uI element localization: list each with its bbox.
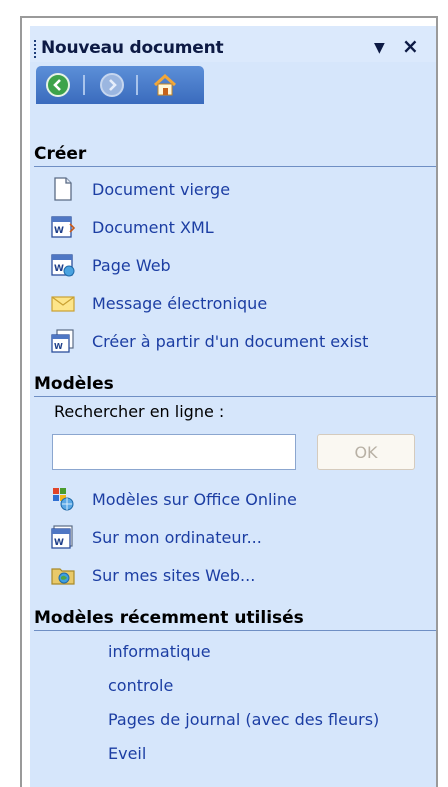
section-divider [34, 396, 436, 397]
task-pane: Nouveau document ▼ × Créer Document vier… [30, 26, 436, 787]
svg-text:W: W [54, 264, 64, 274]
nav-separator [83, 75, 85, 95]
xml-document-icon: W [50, 214, 76, 240]
navigation-bar [36, 66, 204, 104]
link-label: Sur mes sites Web... [92, 565, 256, 585]
link-modeles-office-online[interactable]: Modèles sur Office Online [50, 486, 436, 512]
search-online-label: Rechercher en ligne : [54, 402, 225, 421]
task-pane-frame: Nouveau document ▼ × Créer Document vier… [20, 16, 438, 787]
link-label: Sur mon ordinateur... [92, 527, 262, 547]
home-icon[interactable] [152, 72, 178, 98]
section-divider [34, 630, 436, 631]
link-document-xml[interactable]: W Document XML [50, 214, 436, 240]
web-folder-icon [50, 562, 76, 588]
blank-document-icon [50, 176, 76, 202]
recent-template-item[interactable]: controle [108, 676, 173, 695]
link-sur-mes-sites-web[interactable]: Sur mes sites Web... [50, 562, 436, 588]
svg-text:W: W [54, 342, 63, 351]
section-heading-modeles: Modèles [34, 374, 114, 394]
svg-text:W: W [54, 226, 64, 236]
link-label: Page Web [92, 255, 171, 275]
nav-separator [136, 75, 138, 95]
link-sur-mon-ordinateur[interactable]: W Sur mon ordinateur... [50, 524, 436, 550]
office-online-icon [50, 486, 76, 512]
section-heading-recents: Modèles récemment utilisés [34, 608, 304, 628]
link-label: Message électronique [92, 293, 268, 313]
link-label: Modèles sur Office Online [92, 489, 297, 509]
back-arrow-icon[interactable] [46, 73, 70, 97]
link-creer-a-partir-document[interactable]: W Créer à partir d'un document exist [50, 328, 436, 354]
link-page-web[interactable]: W Page Web [50, 252, 436, 278]
forward-arrow-icon[interactable] [100, 73, 124, 97]
recent-template-item[interactable]: Eveil [108, 744, 146, 763]
link-message-electronique[interactable]: Message électronique [50, 290, 436, 316]
envelope-icon [50, 290, 76, 316]
ok-button[interactable]: OK [317, 434, 415, 470]
link-label: Créer à partir d'un document exist [92, 331, 369, 351]
computer-templates-icon: W [50, 524, 76, 550]
recent-template-item[interactable]: informatique [108, 642, 211, 661]
link-label: Document XML [92, 217, 214, 237]
section-heading-creer: Créer [34, 144, 87, 164]
svg-text:W: W [54, 538, 64, 548]
link-document-vierge[interactable]: Document vierge [50, 176, 436, 202]
web-page-icon: W [50, 252, 76, 278]
recent-template-item[interactable]: Pages de journal (avec des fleurs) [108, 710, 379, 729]
pane-title: Nouveau document [41, 38, 224, 58]
search-online-input[interactable] [52, 434, 296, 470]
document-from-existing-icon: W [50, 328, 76, 354]
drag-grip-icon[interactable] [34, 40, 36, 58]
close-icon[interactable]: × [402, 36, 419, 56]
link-label: Document vierge [92, 179, 231, 199]
section-divider [34, 166, 436, 167]
pane-menu-dropdown-icon[interactable]: ▼ [374, 40, 385, 56]
task-pane-header: Nouveau document ▼ × [30, 26, 436, 62]
